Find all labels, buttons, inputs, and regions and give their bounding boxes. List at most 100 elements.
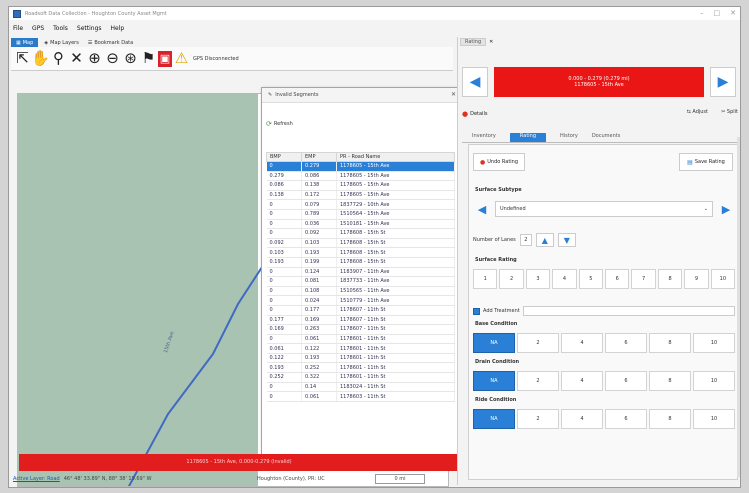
table-row[interactable]: 0 0.024 1510779 - 11th Ave <box>266 295 455 306</box>
surface-rating-button-1[interactable]: 2 <box>499 269 524 289</box>
drain-condition-button-3[interactable]: 6 <box>605 371 647 391</box>
tab-bookmarks[interactable]: ☰ Bookmark Data <box>85 39 136 47</box>
tab-map[interactable]: ▦ Map <box>11 38 39 47</box>
table-row[interactable]: 0 0.789 1510564 - 15th Ave <box>266 209 455 220</box>
ride-condition-button-0[interactable]: NA <box>473 409 515 429</box>
table-row[interactable]: 0 0.14 1183024 - 11th St <box>266 382 455 393</box>
previous-segment-button[interactable]: ◀ <box>462 67 488 97</box>
table-row[interactable]: 0.061 0.122 1178601 - 11th St <box>266 343 455 354</box>
zoom-box-icon[interactable]: ⚲ <box>50 50 67 68</box>
drain-condition-button-4[interactable]: 8 <box>649 371 691 391</box>
table-row[interactable]: 0.138 0.172 1178605 - 15th Ave <box>266 190 455 201</box>
details-label[interactable]: Details <box>470 111 487 117</box>
table-row[interactable]: 0 0.124 1183907 - 11th Ave <box>266 267 455 278</box>
active-layer-link[interactable]: Active Layer: Road <box>13 476 60 482</box>
table-row[interactable]: 0.092 0.103 1178608 - 15th St <box>266 238 455 249</box>
refresh-button[interactable]: ⟳ Refresh <box>266 120 293 128</box>
table-row[interactable]: 0.193 0.199 1178608 - 15th St <box>266 257 455 268</box>
close-icon[interactable]: ✕ <box>451 91 456 98</box>
base-condition-button-0[interactable]: NA <box>473 333 515 353</box>
surface-rating-button-4[interactable]: 5 <box>578 269 604 289</box>
surface-rating-button-5[interactable]: 6 <box>605 269 630 289</box>
subtype-next-button[interactable]: ▶ <box>717 199 735 219</box>
table-row[interactable]: 0.252 0.322 1178601 - 11th St <box>266 372 455 383</box>
tab-map-layers[interactable]: ◈ Map Layers <box>41 39 82 47</box>
surface-rating-button-6[interactable]: 7 <box>631 269 656 289</box>
globe-icon[interactable]: ⊛ <box>122 50 139 68</box>
adjust-button[interactable]: ⇆ Adjust <box>687 109 708 115</box>
menu-tools[interactable]: Tools <box>53 25 68 32</box>
drain-condition-button-0[interactable]: NA <box>473 371 515 391</box>
table-row[interactable]: 0 0.079 1837729 - 10th Ave <box>266 199 455 210</box>
pointer-icon[interactable]: ⇱ <box>14 50 31 68</box>
table-row[interactable]: 0 0.036 1510181 - 15th Ave <box>266 219 455 230</box>
base-condition-button-3[interactable]: 6 <box>605 333 647 353</box>
surface-rating-button-2[interactable]: 3 <box>525 269 551 289</box>
gps-lock-icon[interactable]: ▣ <box>158 50 172 67</box>
drain-condition-button-5[interactable]: 10 <box>693 371 735 391</box>
ride-condition-button-3[interactable]: 6 <box>605 409 647 429</box>
surface-rating-button-7[interactable]: 8 <box>657 269 683 289</box>
ride-condition-button-5[interactable]: 10 <box>693 409 735 429</box>
table-row[interactable]: 0.177 0.169 1178607 - 11th St <box>266 315 455 326</box>
column-header-road[interactable]: PR - Road Name <box>336 152 455 162</box>
next-segment-button[interactable]: ▶ <box>710 67 736 97</box>
surface-rating-button-8[interactable]: 9 <box>684 269 709 289</box>
table-row[interactable]: 0 0.061 1178603 - 11th St <box>266 391 455 402</box>
drain-condition-button-2[interactable]: 4 <box>561 371 603 391</box>
treatment-input[interactable] <box>522 306 735 316</box>
table-row[interactable]: 0 0.092 1178608 - 15th St <box>266 228 455 239</box>
tab-documents[interactable]: Documents <box>592 133 621 142</box>
clear-icon[interactable]: ✕ <box>68 50 85 68</box>
close-button[interactable]: ✕ <box>730 9 736 17</box>
table-row[interactable]: 0 0.108 1510565 - 11th Ave <box>266 286 455 297</box>
table-row[interactable]: 0.193 0.252 1178601 - 11th St <box>266 362 455 374</box>
surface-rating-button-9[interactable]: 10 <box>710 269 736 289</box>
base-condition-button-2[interactable]: 4 <box>561 333 603 353</box>
tab-inventory[interactable]: Inventory <box>472 133 496 142</box>
lanes-down-button[interactable]: ▼ <box>557 233 576 247</box>
menu-settings[interactable]: Settings <box>77 25 102 32</box>
table-row[interactable]: 0.169 0.263 1178607 - 11th St <box>266 324 455 335</box>
zoom-out-icon[interactable]: ⊖ <box>104 50 121 68</box>
tab-rating[interactable]: Rating <box>460 38 487 46</box>
tab-rating-sub[interactable]: Rating <box>509 133 547 142</box>
menu-file[interactable]: File <box>13 25 23 32</box>
tab-history[interactable]: History <box>560 133 578 142</box>
split-button[interactable]: ✂ Split <box>721 109 738 115</box>
ride-condition-button-2[interactable]: 4 <box>561 409 603 429</box>
lanes-input[interactable]: 2 <box>519 234 532 246</box>
treatment-checkbox[interactable] <box>473 307 480 315</box>
details-scrollbar[interactable] <box>737 137 740 477</box>
base-condition-button-1[interactable]: 2 <box>517 333 559 353</box>
table-row[interactable]: 0.122 0.193 1178601 - 11th St <box>266 353 455 364</box>
drain-condition-button-1[interactable]: 2 <box>517 371 559 391</box>
close-tab-icon[interactable]: ✕ <box>489 39 493 45</box>
subtype-prev-button[interactable]: ◀ <box>473 199 491 219</box>
maximize-button[interactable]: □ <box>714 9 721 17</box>
undo-rating-button[interactable]: ● Undo Rating <box>473 153 525 171</box>
table-row[interactable]: 0.279 0.086 1178605 - 15th Ave <box>266 171 455 182</box>
pan-hand-icon[interactable]: ✋ <box>31 50 50 68</box>
table-row[interactable]: 0 0.081 1837733 - 11th Ave <box>266 276 455 287</box>
column-header-emp[interactable]: EMP <box>301 152 337 162</box>
table-row[interactable]: 0.086 0.138 1178605 - 15th Ave <box>266 180 455 191</box>
table-row[interactable]: 0 0.061 1178601 - 11th St <box>266 334 455 345</box>
surface-subtype-select[interactable]: Undefined ⌄ <box>495 201 713 217</box>
zoom-in-icon[interactable]: ⊕ <box>86 50 103 68</box>
base-condition-button-5[interactable]: 10 <box>693 333 735 353</box>
table-row[interactable]: 0.103 0.193 1178608 - 15th St <box>266 247 455 258</box>
lanes-up-button[interactable]: ▲ <box>535 233 554 247</box>
minimize-button[interactable]: – <box>700 9 704 17</box>
save-rating-button[interactable]: ▤ Save Rating <box>679 153 733 171</box>
surface-rating-button-0[interactable]: 1 <box>473 269 498 289</box>
location-pin-icon[interactable]: ⚑ <box>140 50 157 68</box>
table-row[interactable]: 0 0.177 1178607 - 11th St <box>266 305 455 316</box>
base-condition-button-4[interactable]: 8 <box>649 333 691 353</box>
menu-gps[interactable]: GPS <box>32 25 44 32</box>
menu-help[interactable]: Help <box>111 25 125 32</box>
table-row[interactable]: 0 0.279 1178605 - 15th Ave <box>266 161 455 172</box>
surface-rating-button-3[interactable]: 4 <box>552 269 577 289</box>
column-header-bmp[interactable]: BMP <box>266 152 302 162</box>
ride-condition-button-1[interactable]: 2 <box>517 409 559 429</box>
